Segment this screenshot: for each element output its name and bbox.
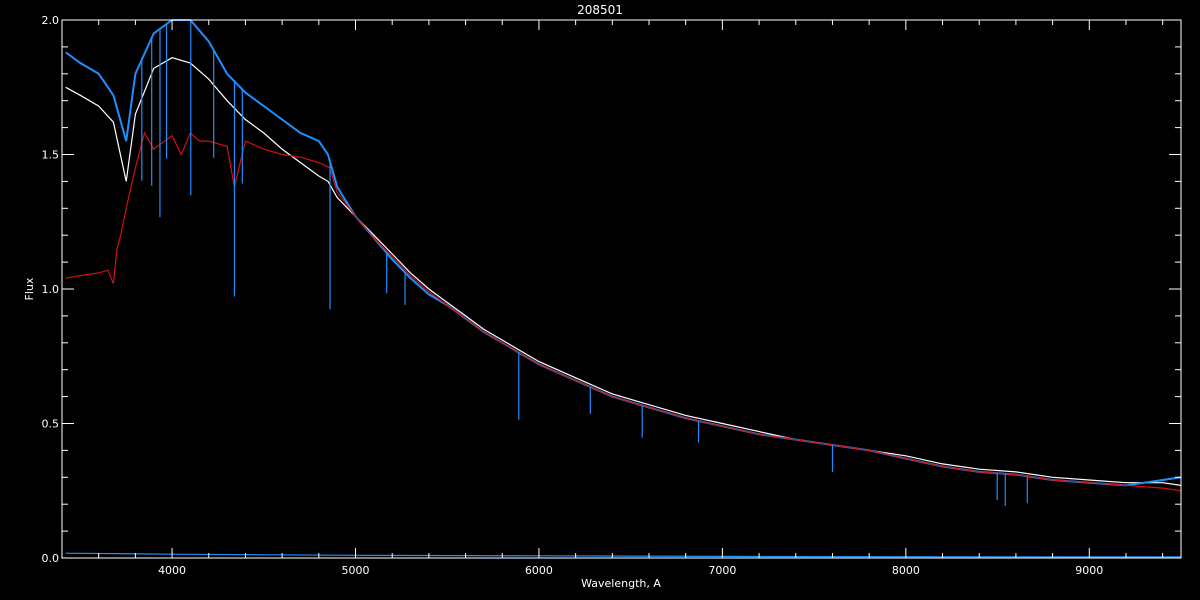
y-tick-label: 0.0 [42, 552, 60, 565]
x-tick-label: 7000 [708, 564, 736, 577]
y-axis-label: Flux [23, 277, 36, 300]
chart-background [0, 0, 1200, 600]
x-tick-label: 5000 [342, 564, 370, 577]
y-tick-label: 2.0 [42, 14, 60, 27]
spectrum-chart: 208501 4000 5000 6000 7000 8000 9000 0.0 0.5 1.0… [0, 0, 1200, 600]
x-tick-label: 9000 [1075, 564, 1103, 577]
y-tick-label: 1.0 [42, 283, 60, 296]
y-tick-label: 1.5 [42, 149, 60, 162]
y-tick-label: 0.5 [42, 418, 60, 431]
x-axis-label: Wavelength, A [581, 577, 661, 590]
x-tick-label: 8000 [892, 564, 920, 577]
x-tick-label: 4000 [158, 564, 186, 577]
chart-title: 208501 [577, 3, 623, 17]
x-tick-label: 6000 [525, 564, 553, 577]
